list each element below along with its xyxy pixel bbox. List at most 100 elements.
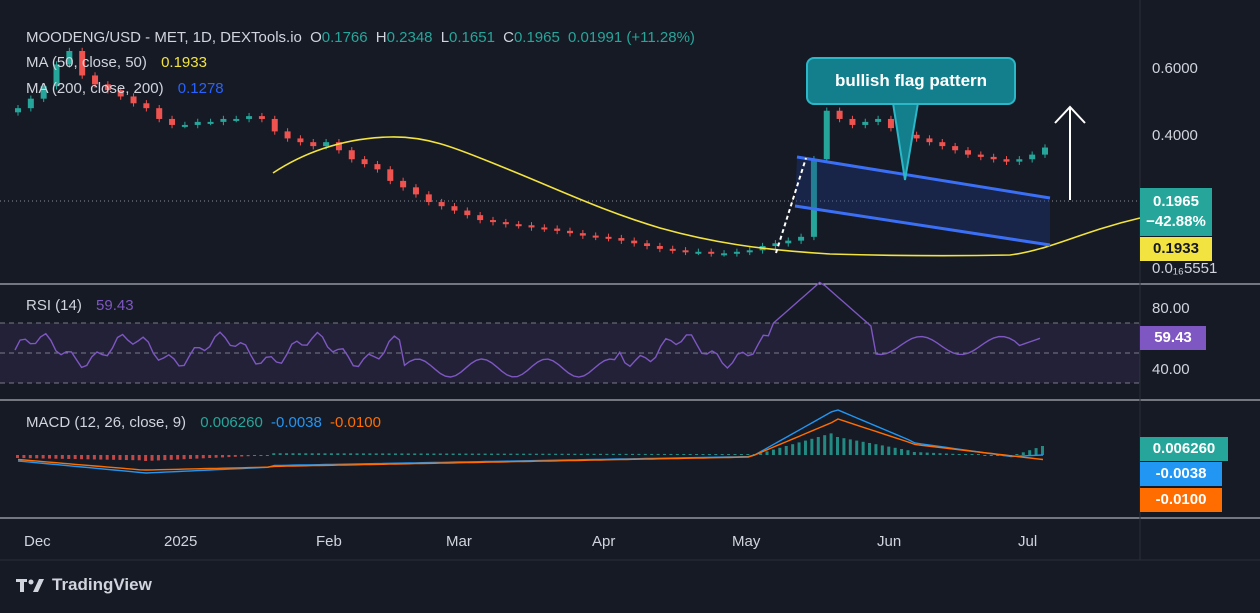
macd-histogram-bar [304,453,308,455]
macd-legend[interactable]: MACD (12, 26, close, 9) 0.006260 -0.0038… [26,414,385,431]
time-tick-may: May [732,533,761,550]
candle-body [836,110,843,119]
macd-histogram-bar [176,455,180,460]
macd-histogram-bar [534,453,538,455]
rsi-tick-1: 80.00 [1152,300,1190,317]
macd-histogram-bar [893,447,897,455]
macd-histogram-bar [483,453,487,455]
macd-histogram-bar [60,455,64,459]
macd-histogram-bar [150,455,154,461]
macd-histogram-bar [426,453,429,455]
ma200-legend[interactable]: MA (200, close, 200) 0.1278 [26,80,228,97]
candle-body [669,248,676,251]
ma50-value: 0.1933 [161,54,207,71]
macd-histogram-bar [669,453,673,455]
macd-hist-value: -0.0100 [330,414,381,431]
ma50-label: MA (50, close, 50) [26,54,147,71]
macd-histogram-bar [393,453,397,455]
macd-histogram-bar [445,453,449,455]
macd-histogram-bar [54,455,58,459]
candle-body [656,246,663,249]
macd-histogram-bar [477,453,481,455]
macd-histogram-bar [528,453,532,455]
candle-body [708,251,715,254]
macd-histogram-bar [951,453,955,455]
ohlc-high-label: H [375,29,387,46]
candle-body [554,228,561,231]
macd-histogram-bar [829,433,833,455]
macd-histogram-bar [221,455,224,458]
macd-histogram-bar [201,455,205,459]
macd-histogram-bar [944,453,948,455]
tradingview-logo[interactable]: TradingView [16,575,152,595]
macd-histogram-bar [35,455,39,459]
macd-histogram-bar [48,455,52,459]
candle-body [400,180,407,188]
macd-histogram-bar [451,453,455,455]
candle-body [849,118,856,125]
macd-histogram-bar [650,453,654,455]
macd-histogram-bar [156,455,160,461]
candle-body [284,131,291,139]
symbol-legend[interactable]: MOODENG/USD - MET, 1D, DEXTools.io O0.17… [26,29,699,46]
candle-body [27,98,34,109]
rsi-tick-2: 40.00 [1152,361,1190,378]
macd-histogram-bar [682,453,686,455]
macd-histogram-bar [336,453,340,455]
macd-histogram-bar [803,440,807,455]
candle-body [464,210,471,216]
macd-label: MACD (12, 26, close, 9) [26,414,187,431]
macd-histogram-bar [598,453,602,455]
macd-histogram-bar [714,454,718,455]
ma50-price-tag: 0.1933 [1140,237,1212,261]
macd-histogram-bar [964,454,968,455]
macd-histogram-bar [253,455,257,456]
macd-histogram-bar [182,455,186,460]
macd-histogram-bar [566,453,570,455]
macd-histogram-bar [265,455,269,456]
candle-body [310,142,317,147]
macd-histogram-bar [195,455,199,459]
macd-histogram-bar [297,453,301,455]
macd-histogram-bar [727,454,731,455]
candle-body [130,96,137,104]
candle-body [785,240,792,244]
candle-body [374,164,381,170]
time-tick-dec: Dec [24,533,51,550]
macd-histogram-bar [586,453,590,455]
macd-histogram-bar [976,454,980,455]
rsi-legend[interactable]: RSI (14) 59.43 [26,297,138,314]
macd-histogram-bar [92,455,96,460]
candle-body [361,159,368,165]
candle-body [592,235,599,238]
macd-histogram-bar [163,455,167,461]
macd-histogram-bar [515,453,519,455]
macd-histogram-bar [522,453,526,455]
macd-histogram-bar [739,454,743,455]
candle-body [15,108,21,113]
candle-body [181,124,188,127]
macd-histogram-bar [73,455,77,460]
macd-histogram-bar [1034,448,1038,455]
macd-histogram-bar [637,453,641,455]
macd-histogram-bar [349,453,353,455]
ma50-legend[interactable]: MA (50, close, 50) 0.1933 [26,54,211,71]
candle-body [348,150,355,160]
candle-body [387,169,394,181]
candle-body [438,202,445,207]
macd-histogram-bar [733,454,737,455]
candle-body [258,116,265,119]
ohlc-close-label: C [503,29,514,46]
bullish-flag-callout[interactable]: bullish flag pattern [806,57,1016,105]
candle-body [297,138,304,143]
candle-body [156,108,163,119]
time-axis[interactable]: Dec 2025 Feb Mar Apr May Jun Jul [24,533,1037,550]
price-tick-2: 0.4000 [1152,127,1198,144]
ohlc-high-value: 0.2348 [386,29,433,46]
macd-histogram-bar [1015,454,1019,455]
macd-histogram-bar [874,444,878,455]
candle-body [721,253,728,256]
macd-histogram-bar [611,453,615,455]
ma200-label: MA (200, close, 200) [26,80,164,97]
macd-histogram-bar [605,453,609,455]
